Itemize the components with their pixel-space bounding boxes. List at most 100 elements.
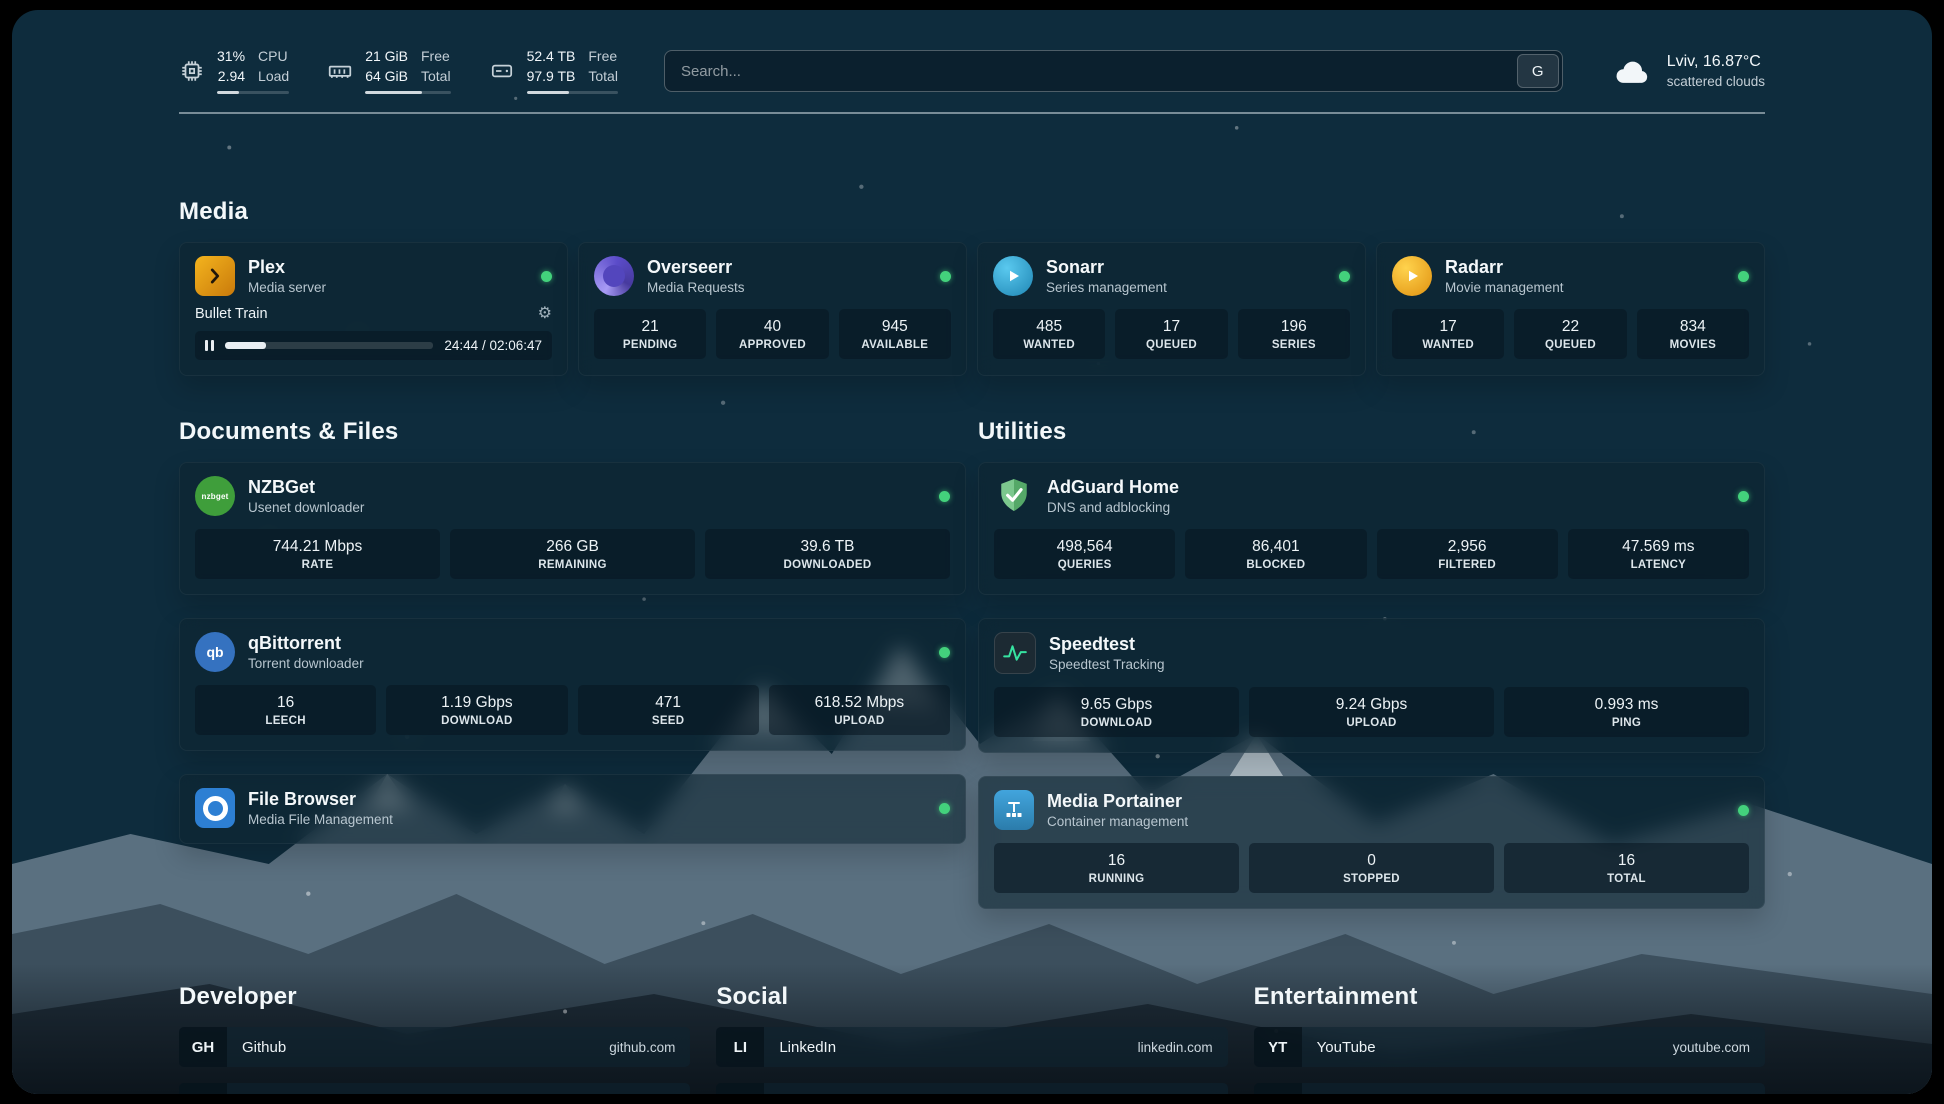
- documents-section-title: Documents & Files: [179, 418, 966, 446]
- search-input[interactable]: [664, 50, 1563, 92]
- stat-queries: 498,564QUERIES: [994, 529, 1175, 579]
- disk-icon: [489, 58, 515, 84]
- stat-ping: 0.993 msPING: [1504, 687, 1749, 737]
- header-divider: [179, 112, 1765, 114]
- pause-icon[interactable]: [205, 340, 214, 351]
- service-card-nzbget[interactable]: nzbget NZBGet Usenet downloader 744.21 M…: [179, 462, 966, 595]
- bookmark-youtube[interactable]: YT YouTube youtube.com: [1254, 1027, 1765, 1067]
- speedtest-name: Speedtest: [1049, 634, 1749, 655]
- radarr-status-dot: [1738, 271, 1749, 282]
- service-card-overseerr[interactable]: Overseerr Media Requests 21PENDING 40APP…: [578, 242, 967, 376]
- service-card-speedtest[interactable]: Speedtest Speedtest Tracking 9.65 GbpsDO…: [978, 618, 1765, 753]
- service-card-adguard[interactable]: AdGuard Home DNS and adblocking 498,564Q…: [978, 462, 1765, 595]
- service-card-radarr[interactable]: Radarr Movie management 17WANTED 22QUEUE…: [1376, 242, 1765, 376]
- service-card-sonarr[interactable]: Sonarr Series management 485WANTED 17QUE…: [977, 242, 1366, 376]
- plex-playback-time: 24:44 / 02:06:47: [444, 338, 542, 353]
- nzbget-subtitle: Usenet downloader: [248, 500, 926, 515]
- filebrowser-subtitle: Media File Management: [248, 812, 926, 827]
- search-bar: G: [664, 50, 1563, 92]
- cpu-widget: 31% CPU 2.94 Load: [179, 48, 289, 94]
- stat-download: 1.19 GbpsDOWNLOAD: [386, 685, 567, 735]
- stat-series: 196SERIES: [1238, 309, 1350, 359]
- stat-latency: 47.569 msLATENCY: [1568, 529, 1749, 579]
- section-social: Social LI LinkedIn linkedin.com TW Twitt…: [716, 983, 1227, 1094]
- plex-settings-gear-icon[interactable]: ⚙: [538, 306, 552, 322]
- stat-wanted: 485WANTED: [993, 309, 1105, 359]
- bookmark-linkedin[interactable]: LI LinkedIn linkedin.com: [716, 1027, 1227, 1067]
- weather-location: Lviv, 16.87°C: [1667, 52, 1765, 73]
- overseerr-subtitle: Media Requests: [647, 280, 927, 295]
- adguard-shield-icon: [994, 476, 1034, 516]
- qbittorrent-status-dot: [939, 647, 950, 658]
- stat-total: 16TOTAL: [1504, 843, 1749, 893]
- bookmark-abbr: GH: [179, 1027, 227, 1067]
- service-card-qbittorrent[interactable]: qb qBittorrent Torrent downloader 16LEEC…: [179, 618, 966, 751]
- bookmark-twitter[interactable]: TW Twitter twitter.com: [716, 1083, 1227, 1094]
- qbittorrent-icon: qb: [195, 632, 235, 672]
- radarr-name: Radarr: [1445, 257, 1725, 278]
- overseerr-name: Overseerr: [647, 257, 927, 278]
- cpu-load: 2.94: [217, 68, 245, 86]
- speedtest-icon: [994, 632, 1036, 674]
- qbittorrent-subtitle: Torrent downloader: [248, 656, 926, 671]
- stat-queued: 22QUEUED: [1514, 309, 1626, 359]
- section-media: Media Plex Media server: [179, 198, 1765, 376]
- nzbget-name: NZBGet: [248, 477, 926, 498]
- stat-downloaded: 39.6 TBDOWNLOADED: [705, 529, 950, 579]
- nzbget-status-dot: [939, 491, 950, 502]
- plex-subtitle: Media server: [248, 280, 528, 295]
- section-documents: Documents & Files nzbget NZBGet Usenet d…: [179, 418, 966, 844]
- bookmark-name: Github: [227, 1039, 609, 1056]
- stat-rate: 744.21 MbpsRATE: [195, 529, 440, 579]
- sonarr-status-dot: [1339, 271, 1350, 282]
- service-card-portainer[interactable]: Media Portainer Container management 16R…: [978, 776, 1765, 909]
- disk-total: 97.9 TB: [527, 68, 576, 86]
- dashboard-content: 31% CPU 2.94 Load: [12, 10, 1932, 1094]
- memory-progress-bar: [365, 91, 450, 94]
- disk-progress-bar: [527, 91, 618, 94]
- disk-widget: 52.4 TB Free 97.9 TB Total: [489, 48, 618, 94]
- speedtest-subtitle: Speedtest Tracking: [1049, 657, 1749, 672]
- bookmark-abbr: LI: [716, 1027, 764, 1067]
- filebrowser-icon: [195, 788, 235, 828]
- stat-movies: 834MOVIES: [1637, 309, 1749, 359]
- bookmark-github[interactable]: GH Github github.com: [179, 1027, 690, 1067]
- overseerr-status-dot: [940, 271, 951, 282]
- memory-icon: [327, 58, 353, 84]
- social-section-title: Social: [716, 983, 1227, 1011]
- section-utilities: Utilities: [978, 418, 1765, 909]
- stat-leech: 16LEECH: [195, 685, 376, 735]
- bookmark-url: linkedin.com: [1138, 1040, 1228, 1055]
- adguard-subtitle: DNS and adblocking: [1047, 500, 1725, 515]
- dashboard-screen: 31% CPU 2.94 Load: [12, 10, 1932, 1094]
- bookmark-stackoverflow[interactable]: SO StackOverflow stackoverflow.com: [179, 1083, 690, 1094]
- stat-upload: 9.24 GbpsUPLOAD: [1249, 687, 1494, 737]
- bookmark-netflix[interactable]: NF Netflix netflix.com: [1254, 1083, 1765, 1094]
- plex-icon: [195, 256, 235, 296]
- service-card-plex[interactable]: Plex Media server Bullet Train ⚙ 24:44 /…: [179, 242, 568, 376]
- weather-widget: Lviv, 16.87°C scattered clouds: [1609, 52, 1765, 90]
- bookmark-url: youtube.com: [1673, 1040, 1765, 1055]
- cloud-icon: [1609, 54, 1653, 88]
- memory-label-bottom: Total: [421, 68, 451, 86]
- portainer-name: Media Portainer: [1047, 791, 1725, 812]
- radarr-icon: [1392, 256, 1432, 296]
- search-provider-button[interactable]: G: [1517, 54, 1559, 88]
- bookmark-name: LinkedIn: [764, 1039, 1137, 1056]
- qbittorrent-name: qBittorrent: [248, 633, 926, 654]
- plex-progress-bar[interactable]: [225, 342, 433, 349]
- memory-total: 64 GiB: [365, 68, 408, 86]
- stat-filtered: 2,956FILTERED: [1377, 529, 1558, 579]
- bookmark-url: github.com: [609, 1040, 690, 1055]
- stat-upload: 618.52 MbpsUPLOAD: [769, 685, 950, 735]
- cpu-icon: [179, 58, 205, 84]
- plex-player-bar: 24:44 / 02:06:47: [195, 331, 552, 360]
- portainer-status-dot: [1738, 805, 1749, 816]
- weather-condition: scattered clouds: [1667, 73, 1765, 91]
- sonarr-subtitle: Series management: [1046, 280, 1326, 295]
- cpu-label-bottom: Load: [258, 68, 289, 86]
- memory-label-top: Free: [421, 48, 451, 66]
- service-card-filebrowser[interactable]: File Browser Media File Management: [179, 774, 966, 844]
- portainer-icon: [994, 790, 1034, 830]
- plex-name: Plex: [248, 257, 528, 278]
